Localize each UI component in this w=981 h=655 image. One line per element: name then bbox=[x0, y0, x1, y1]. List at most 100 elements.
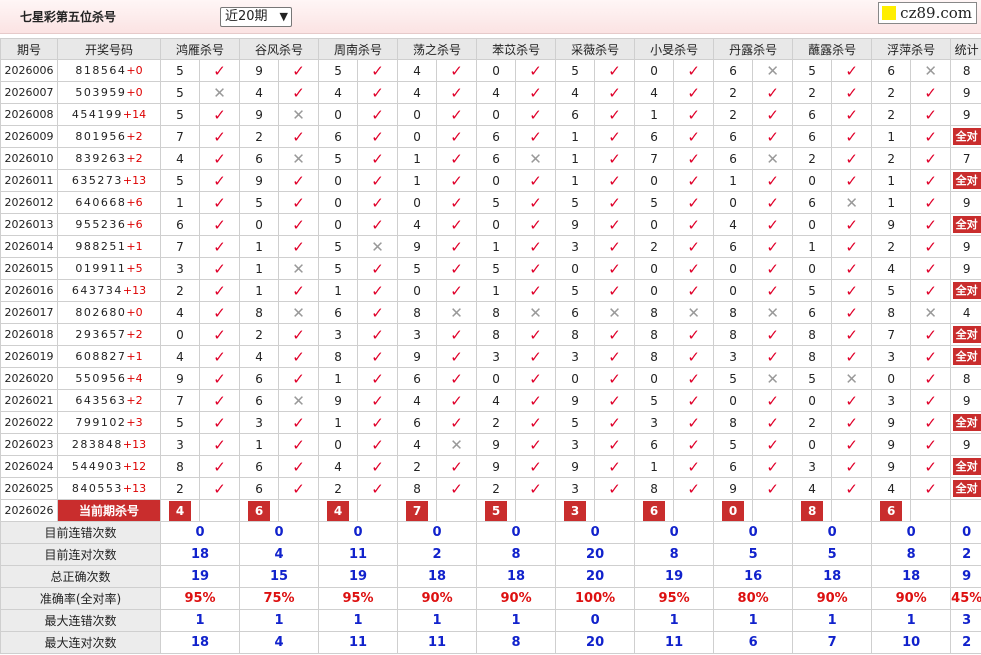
check-icon: ✓ bbox=[831, 323, 873, 346]
summary-value: 18 bbox=[159, 631, 241, 654]
summary-label: 目前连错次数 bbox=[0, 521, 161, 544]
summary-value: 90% bbox=[397, 587, 478, 610]
cross-icon: ✕ bbox=[910, 59, 952, 82]
kill-number: 6 bbox=[634, 433, 675, 456]
kill-number: 2 bbox=[476, 477, 517, 500]
check-icon: ✓ bbox=[278, 81, 320, 104]
kill-number: 4 bbox=[160, 147, 200, 170]
kill-number: 9 bbox=[318, 389, 359, 412]
summary-value: 1 bbox=[713, 609, 794, 632]
kill-number: 0 bbox=[476, 59, 517, 82]
kill-number: 1 bbox=[239, 279, 280, 302]
kill-number: 5 bbox=[792, 367, 833, 390]
draw-increment: +6 bbox=[126, 196, 143, 209]
row-stat: 9 bbox=[950, 389, 981, 412]
kill-number: 6 bbox=[713, 235, 754, 258]
kill-number: 0 bbox=[713, 279, 754, 302]
check-icon: ✓ bbox=[436, 345, 478, 368]
empty-cell bbox=[950, 499, 981, 522]
check-icon: ✓ bbox=[357, 169, 399, 192]
summary-value: 100% bbox=[555, 587, 636, 610]
site-logo[interactable]: cz89.com bbox=[878, 2, 977, 24]
row-stat: 全对 bbox=[950, 477, 981, 500]
check-icon: ✓ bbox=[673, 279, 715, 302]
summary-value: 11 bbox=[634, 631, 715, 654]
kill-number: 2 bbox=[792, 81, 833, 104]
kill-number: 5 bbox=[160, 169, 200, 192]
table-row: 2026017 802680+0 4 ✓ 8 ✕ 6 ✓ 8 ✕ 8 ✕ 6 ✕ 8 ✕ 8 ✕ 6 ✓ 8 ✕ 4 bbox=[0, 301, 981, 324]
kill-number: 6 bbox=[397, 367, 438, 390]
draw-increment: +1 bbox=[126, 350, 143, 363]
check-icon: ✓ bbox=[357, 191, 399, 214]
draw-increment: +2 bbox=[126, 328, 143, 341]
check-icon: ✓ bbox=[357, 433, 399, 456]
check-icon: ✓ bbox=[594, 411, 636, 434]
kill-number: 5 bbox=[160, 59, 200, 82]
check-icon: ✓ bbox=[357, 389, 399, 412]
kill-number: 8 bbox=[871, 301, 912, 324]
summary-value: 0 bbox=[792, 521, 873, 544]
table-row: 2026021 643563+2 7 ✓ 6 ✕ 9 ✓ 4 ✓ 4 ✓ 9 ✓ 5 ✓ 0 ✓ 0 ✓ 3 ✓ 9 bbox=[0, 389, 981, 412]
logo-text: cz89.com bbox=[900, 4, 972, 22]
kill-number-table: 期号 开奖号码 鸿雁杀号 谷风杀号 周南杀号 荡之杀号 苯苡杀号 采薇杀号 小旻杀号 丹露杀号 蘸露… bbox=[0, 38, 981, 654]
summary-value: 15 bbox=[239, 565, 320, 588]
check-icon: ✓ bbox=[436, 411, 478, 434]
kill-number: 8 bbox=[476, 301, 517, 324]
table-row: 2026014 988251+1 7 ✓ 1 ✓ 5 ✕ 9 ✓ 1 ✓ 3 ✓ 2 ✓ 6 ✓ 1 ✓ 2 ✓ 9 bbox=[0, 235, 981, 258]
check-icon: ✓ bbox=[673, 257, 715, 280]
kill-number: 6 bbox=[792, 103, 833, 126]
draw-digits: 635273 bbox=[71, 174, 123, 187]
check-icon: ✓ bbox=[436, 103, 478, 126]
summary-value: 95% bbox=[159, 587, 241, 610]
draw-number: 840553+13 bbox=[57, 477, 161, 500]
kill-number: 1 bbox=[318, 367, 359, 390]
row-stat-value: 9 bbox=[962, 195, 971, 210]
check-icon: ✓ bbox=[831, 345, 873, 368]
row-stat: 全对 bbox=[950, 213, 981, 236]
summary-value: 1 bbox=[476, 609, 557, 632]
kill-number: 0 bbox=[792, 213, 833, 236]
check-icon: ✓ bbox=[910, 477, 952, 500]
draw-increment: +1 bbox=[126, 240, 143, 253]
period-select[interactable]: 近20期 ▼ bbox=[220, 7, 292, 27]
check-icon: ✓ bbox=[515, 345, 557, 368]
check-icon: ✓ bbox=[357, 147, 399, 170]
summary-value: 4 bbox=[239, 631, 320, 654]
draw-number: 283848+13 bbox=[57, 433, 161, 456]
kill-number: 4 bbox=[160, 301, 200, 324]
check-icon: ✓ bbox=[515, 389, 557, 412]
check-icon: ✓ bbox=[752, 455, 794, 478]
check-icon: ✓ bbox=[752, 169, 794, 192]
period-id: 2026025 bbox=[0, 477, 58, 500]
row-stat: 8 bbox=[950, 59, 981, 82]
check-icon: ✓ bbox=[673, 191, 715, 214]
period-select-value: 近20期 bbox=[225, 9, 268, 24]
kill-number: 2 bbox=[713, 103, 754, 126]
kill-number: 9 bbox=[871, 411, 912, 434]
kill-number: 6 bbox=[634, 125, 675, 148]
kill-number: 7 bbox=[160, 125, 200, 148]
kill-number: 4 bbox=[239, 81, 280, 104]
kill-number: 4 bbox=[713, 213, 754, 236]
draw-digits: 454199 bbox=[71, 108, 123, 121]
kill-number: 4 bbox=[239, 345, 280, 368]
draw-digits: 283848 bbox=[71, 438, 123, 451]
draw-increment: +13 bbox=[122, 284, 147, 297]
check-icon: ✓ bbox=[198, 345, 241, 368]
check-icon: ✓ bbox=[594, 59, 636, 82]
column-header: 小旻杀号 bbox=[634, 38, 715, 60]
kill-number: 0 bbox=[713, 389, 754, 412]
check-icon: ✓ bbox=[752, 411, 794, 434]
kill-number: 2 bbox=[871, 81, 912, 104]
kill-number: 8 bbox=[476, 323, 517, 346]
kill-number: 4 bbox=[871, 257, 912, 280]
kill-number: 4 bbox=[397, 81, 438, 104]
summary-value: 1 bbox=[318, 609, 399, 632]
cross-icon: ✕ bbox=[752, 147, 794, 170]
summary-value: 20 bbox=[555, 631, 636, 654]
kill-number: 2 bbox=[871, 103, 912, 126]
row-stat: 全对 bbox=[950, 455, 981, 478]
kill-number: 1 bbox=[160, 191, 200, 214]
check-icon: ✓ bbox=[198, 147, 241, 170]
column-header: 苯苡杀号 bbox=[476, 38, 557, 60]
